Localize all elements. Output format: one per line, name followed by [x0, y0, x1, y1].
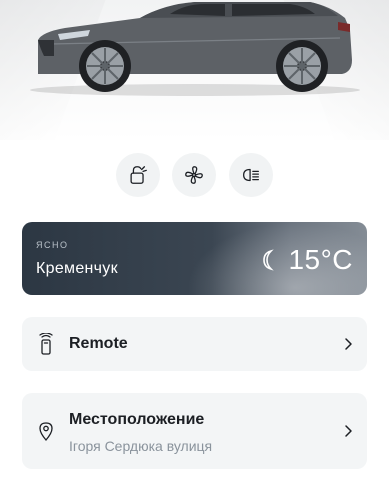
moon-icon: [263, 249, 275, 271]
quick-actions-bar: [0, 153, 389, 199]
door-lock-icon: [130, 166, 147, 184]
vehicle-hero: [0, 0, 389, 140]
fan-icon: [185, 166, 203, 184]
remote-title: Remote: [69, 335, 128, 352]
weather-temperature-group: 15°C: [262, 244, 353, 276]
door-lock-button[interactable]: [116, 153, 160, 197]
headlights-icon: [243, 168, 259, 182]
vehicle-image: [30, 2, 360, 96]
map-pin-icon: [39, 422, 53, 441]
weather-city: Кременчук: [36, 260, 118, 277]
chevron-right-icon: [345, 425, 352, 437]
weather-condition: ЯСНО: [36, 240, 69, 250]
weather-temperature: 15°C: [288, 244, 353, 275]
chevron-right-icon: [345, 338, 352, 350]
fan-button[interactable]: [172, 153, 216, 197]
location-title: Местоположение: [69, 411, 205, 428]
location-card[interactable]: Местоположение Ігоря Сердюка вулиця: [22, 393, 367, 469]
key-fob-icon: [39, 333, 53, 355]
headlights-button[interactable]: [229, 153, 273, 197]
location-address: Ігоря Сердюка вулиця: [69, 438, 213, 454]
remote-card[interactable]: Remote: [22, 317, 367, 371]
weather-card: ЯСНО Кременчук 15°C: [22, 222, 367, 295]
